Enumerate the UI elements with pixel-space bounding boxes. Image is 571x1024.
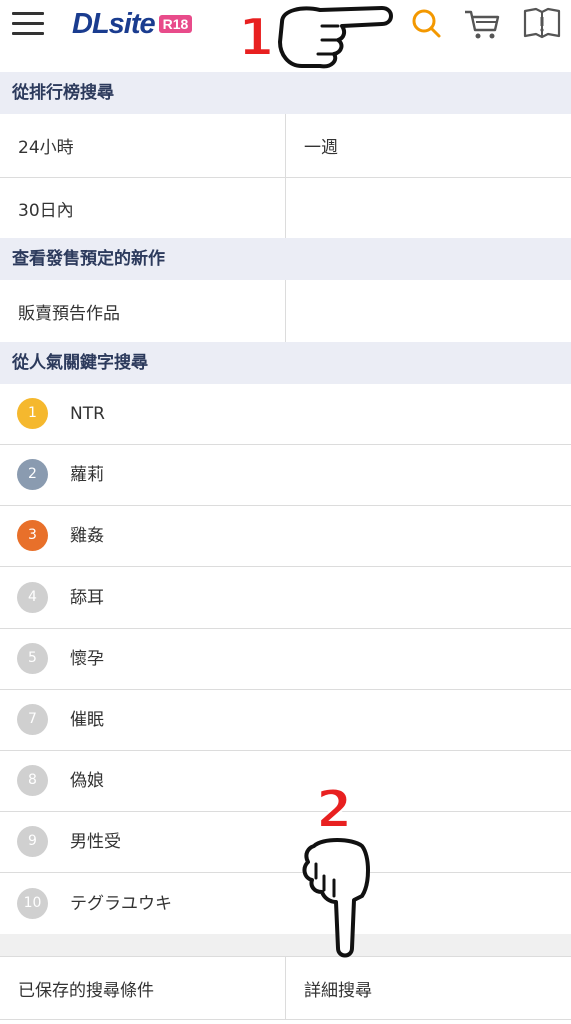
book-icon[interactable]	[522, 6, 562, 40]
keyword-item[interactable]: 2 蘿莉	[0, 445, 571, 507]
section-header-ranking: 從排行榜搜尋	[0, 72, 571, 114]
rank-badge: 10	[17, 887, 48, 919]
rank-badge: 1	[17, 398, 48, 429]
empty-cell	[286, 280, 571, 342]
logo-text: DLsite	[72, 7, 156, 40]
ranking-weekly-option[interactable]: 一週	[286, 114, 571, 177]
keyword-item[interactable]: 3 雞姦	[0, 506, 571, 568]
keyword-label: 舔耳	[70, 587, 104, 608]
menu-icon[interactable]	[12, 12, 44, 36]
rank-badge: 5	[17, 642, 48, 674]
keyword-item[interactable]: 7 催眠	[0, 690, 571, 751]
annotation-number-1: 1	[237, 7, 275, 69]
pre-release-works-option[interactable]: 販賣預告作品	[0, 280, 286, 342]
keyword-item[interactable]: 9 男性受	[0, 812, 571, 874]
annotation-number-2: 2	[315, 779, 353, 841]
rank-badge: 7	[17, 704, 48, 735]
keyword-label: 男性受	[70, 832, 121, 853]
logo-badge: R18	[158, 15, 193, 33]
upcoming-row: 販賣預告作品	[0, 280, 571, 342]
keyword-item[interactable]: 5 懷孕	[0, 629, 571, 690]
ranking-24h-option[interactable]: 24小時	[0, 114, 286, 177]
ranking-row-2: 30日內	[0, 178, 571, 238]
rank-badge: 3	[17, 520, 48, 552]
rank-badge: 9	[17, 826, 48, 858]
advanced-search-link[interactable]: 詳細搜尋	[286, 957, 571, 1019]
section-header-keywords: 從人氣關鍵字搜尋	[0, 342, 571, 384]
ranking-row-1: 24小時 一週	[0, 114, 571, 178]
keyword-label: 蘿莉	[70, 465, 104, 486]
keyword-item[interactable]: 8 偽娘	[0, 751, 571, 813]
keyword-item[interactable]: 4 舔耳	[0, 568, 571, 629]
rank-badge: 8	[17, 765, 48, 797]
saved-search-conditions-link[interactable]: 已保存的搜尋條件	[0, 957, 286, 1019]
rank-badge: 4	[17, 581, 48, 613]
rank-badge: 2	[17, 459, 48, 491]
section-header-upcoming: 查看發售預定的新作	[0, 238, 571, 280]
keyword-label: 偽娘	[70, 771, 104, 792]
keyword-label: NTR	[70, 404, 105, 424]
keyword-label: 懷孕	[70, 648, 104, 669]
pointing-hand-right-icon	[278, 6, 393, 69]
keyword-label: 催眠	[70, 710, 104, 730]
keyword-label: 雞姦	[70, 526, 104, 547]
pointing-hand-down-icon	[302, 838, 370, 958]
divider	[0, 934, 571, 956]
footer-row: 已保存的搜尋條件 詳細搜尋	[0, 956, 571, 1020]
keyword-item[interactable]: 1 NTR	[0, 384, 571, 445]
search-icon[interactable]	[408, 6, 444, 42]
keyword-label: テグラユウキ	[70, 893, 172, 914]
cart-icon[interactable]	[463, 6, 501, 42]
keyword-item[interactable]: 10 テグラユウキ	[0, 874, 571, 935]
site-logo[interactable]: DLsite R18	[72, 7, 193, 41]
empty-cell	[286, 178, 571, 238]
ranking-30day-option[interactable]: 30日內	[0, 178, 286, 238]
